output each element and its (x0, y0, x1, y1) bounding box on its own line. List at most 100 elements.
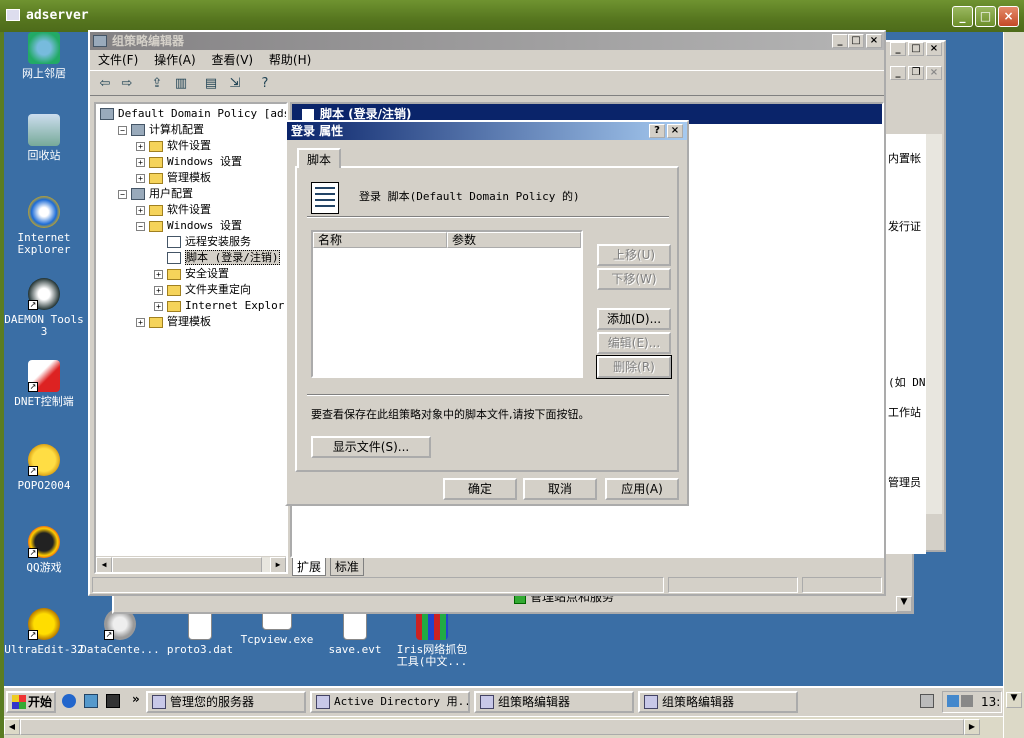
menu-help[interactable]: 帮助(H) (269, 53, 311, 67)
tree-item[interactable]: + 软件设置 (136, 138, 211, 154)
tree-item[interactable]: + Windows 设置 (136, 154, 242, 170)
menu-file[interactable]: 文件(F) (98, 53, 138, 67)
add-button[interactable]: 添加(D)... (597, 308, 671, 330)
expand-toggle-icon[interactable]: + (136, 205, 145, 215)
scroll-thumb[interactable] (20, 719, 964, 735)
task-gpedit-2[interactable]: 组策略编辑器 (638, 691, 798, 713)
tab-extended[interactable]: 扩展 (292, 558, 327, 576)
scroll-left-arrow[interactable]: ◀ (4, 719, 20, 735)
expand-toggle-icon[interactable]: − (118, 125, 127, 135)
desktop-icon-network[interactable]: 网上邻居 (4, 32, 84, 80)
scroll-down-arrow[interactable]: ▼ (1006, 692, 1022, 708)
expand-toggle-icon[interactable]: + (136, 317, 145, 327)
network-tray-icon[interactable] (947, 695, 959, 707)
tree-item[interactable]: − 计算机配置 (118, 122, 204, 138)
maximize-button[interactable]: □ (908, 42, 924, 56)
script-list[interactable]: 名称 参数 (311, 230, 583, 378)
vertical-scrollbar[interactable] (926, 134, 942, 514)
tree-item[interactable]: Default Domain Policy [adser (100, 106, 286, 122)
scroll-right-arrow[interactable]: ▶ (964, 719, 980, 735)
expand-toggle-icon[interactable]: + (154, 301, 163, 311)
ie-quicklaunch-icon[interactable] (62, 694, 76, 708)
tab-standard[interactable]: 标准 (329, 558, 364, 576)
expand-toggle-icon[interactable]: + (154, 285, 163, 295)
explorer-quicklaunch-icon[interactable] (84, 694, 98, 708)
desktop-icon-datacenter[interactable]: ↗ DataCente... (80, 608, 160, 656)
close-button[interactable]: × (866, 34, 882, 48)
close-button[interactable]: × (998, 6, 1019, 27)
tree-item[interactable]: + 管理模板 (136, 170, 211, 186)
up-folder-icon[interactable]: ⇪ (148, 75, 166, 93)
expand-toggle-icon[interactable]: + (136, 173, 145, 183)
minimize-button[interactable]: _ (952, 6, 973, 27)
close-button[interactable]: × (926, 66, 942, 80)
task-gpedit-1[interactable]: 组策略编辑器 (474, 691, 634, 713)
maximize-button[interactable]: □ (848, 34, 864, 48)
tree-item[interactable]: − 用户配置 (118, 186, 193, 202)
desktop-icon-ultraedit[interactable]: ↗ UltraEdit-32 (4, 608, 84, 656)
desktop-icon-popo[interactable]: ↗ POPO2004 (4, 444, 84, 492)
help-button[interactable]: ? (649, 124, 665, 138)
scroll-thumb[interactable] (112, 557, 262, 572)
tree-item[interactable]: + 安全设置 (154, 266, 229, 282)
maximize-button[interactable]: □ (975, 6, 996, 27)
desktop-icon-save-evt[interactable]: save.evt (315, 608, 395, 656)
minimize-button[interactable]: _ (890, 42, 906, 56)
expand-toggle-icon[interactable]: + (136, 141, 145, 151)
background-window-right[interactable]: _ □ × _ ❐ × 内置帐 发行证 (如 DN 工作站 管理员 (884, 40, 946, 554)
desktop-icon-ie[interactable]: Internet Explorer (4, 196, 84, 256)
cancel-button[interactable]: 取消 (523, 478, 597, 500)
properties-icon[interactable]: ▤ (202, 75, 220, 93)
logon-properties-dialog[interactable]: 登录 属性 ? × 脚本 登录 脚本(Default Domain Policy… (285, 120, 689, 506)
show-files-button[interactable]: 显示文件(S)... (311, 436, 431, 458)
restore-button[interactable]: ❐ (908, 66, 924, 80)
expand-toggle-icon[interactable]: − (136, 221, 145, 231)
menu-action[interactable]: 操作(A) (154, 53, 196, 67)
console-tree[interactable]: Default Domain Policy [adser − 计算机配置 + 软件设置 +… (94, 102, 288, 574)
scroll-down-arrow[interactable]: ▼ (896, 596, 912, 612)
horizontal-scrollbar[interactable]: ◀ ▶ (4, 716, 1003, 738)
tray-icon[interactable] (920, 694, 934, 708)
tree-item[interactable]: + 文件夹重定向 (154, 282, 251, 298)
export-list-icon[interactable]: ⇲ (226, 75, 244, 93)
expand-toggle-icon[interactable]: − (118, 189, 127, 199)
column-header-parameters[interactable]: 参数 (447, 232, 581, 248)
desktop-icon-proto3[interactable]: proto3.dat (160, 608, 240, 656)
volume-tray-icon[interactable] (961, 695, 973, 707)
show-hide-tree-icon[interactable]: ▥ (172, 75, 190, 93)
minimize-button[interactable]: _ (832, 34, 848, 48)
tree-item[interactable]: + 软件设置 (136, 202, 211, 218)
desktop-icon-iris[interactable]: Iris网络抓包工具(中文... (392, 608, 472, 668)
minimize-button[interactable]: _ (890, 66, 906, 80)
task-active-directory[interactable]: Active Directory 用... (310, 691, 470, 713)
tree-item[interactable]: + 管理模板 (136, 314, 211, 330)
desktop-icon-recycle-bin[interactable]: 回收站 (4, 114, 84, 162)
more-quicklaunch-chevron-icon[interactable]: » (132, 692, 140, 706)
tree-item[interactable]: 远程安装服务 (154, 234, 251, 250)
menu-view[interactable]: 查看(V) (212, 53, 254, 67)
vertical-scrollbar[interactable]: ▼ (1003, 32, 1024, 738)
desktop-icon-dnet[interactable]: ↗ DNET控制端 (4, 360, 84, 408)
horizontal-scrollbar[interactable]: ◀ ▶ (96, 556, 286, 572)
apply-button[interactable]: 应用(A) (605, 478, 679, 500)
back-icon[interactable]: ⇦ (96, 75, 114, 93)
edit-button[interactable]: 编辑(E)... (597, 332, 671, 354)
tree-item[interactable]: + Internet Explorer 维 (154, 298, 286, 314)
scroll-right-arrow[interactable]: ▶ (270, 557, 286, 572)
desktop-icon-daemon-tools[interactable]: ↗ DAEMON Tools 3 (4, 278, 84, 338)
move-down-button[interactable]: 下移(W) (597, 268, 671, 290)
remove-button[interactable]: 删除(R) (596, 355, 672, 379)
help-icon[interactable]: ? (256, 75, 274, 93)
task-manage-server[interactable]: 管理您的服务器 (146, 691, 306, 713)
expand-toggle-icon[interactable]: + (154, 269, 163, 279)
scroll-left-arrow[interactable]: ◀ (96, 557, 112, 572)
desktop-icon-qq-game[interactable]: ↗ QQ游戏 (4, 526, 84, 574)
tree-item[interactable]: − Windows 设置 (136, 218, 242, 234)
close-button[interactable]: × (926, 42, 942, 56)
ok-button[interactable]: 确定 (443, 478, 517, 500)
expand-toggle-icon[interactable]: + (136, 157, 145, 167)
close-button[interactable]: × (667, 124, 683, 138)
move-up-button[interactable]: 上移(U) (597, 244, 671, 266)
tab-scripts[interactable]: 脚本 (297, 148, 342, 168)
cmd-quicklaunch-icon[interactable] (106, 694, 120, 708)
